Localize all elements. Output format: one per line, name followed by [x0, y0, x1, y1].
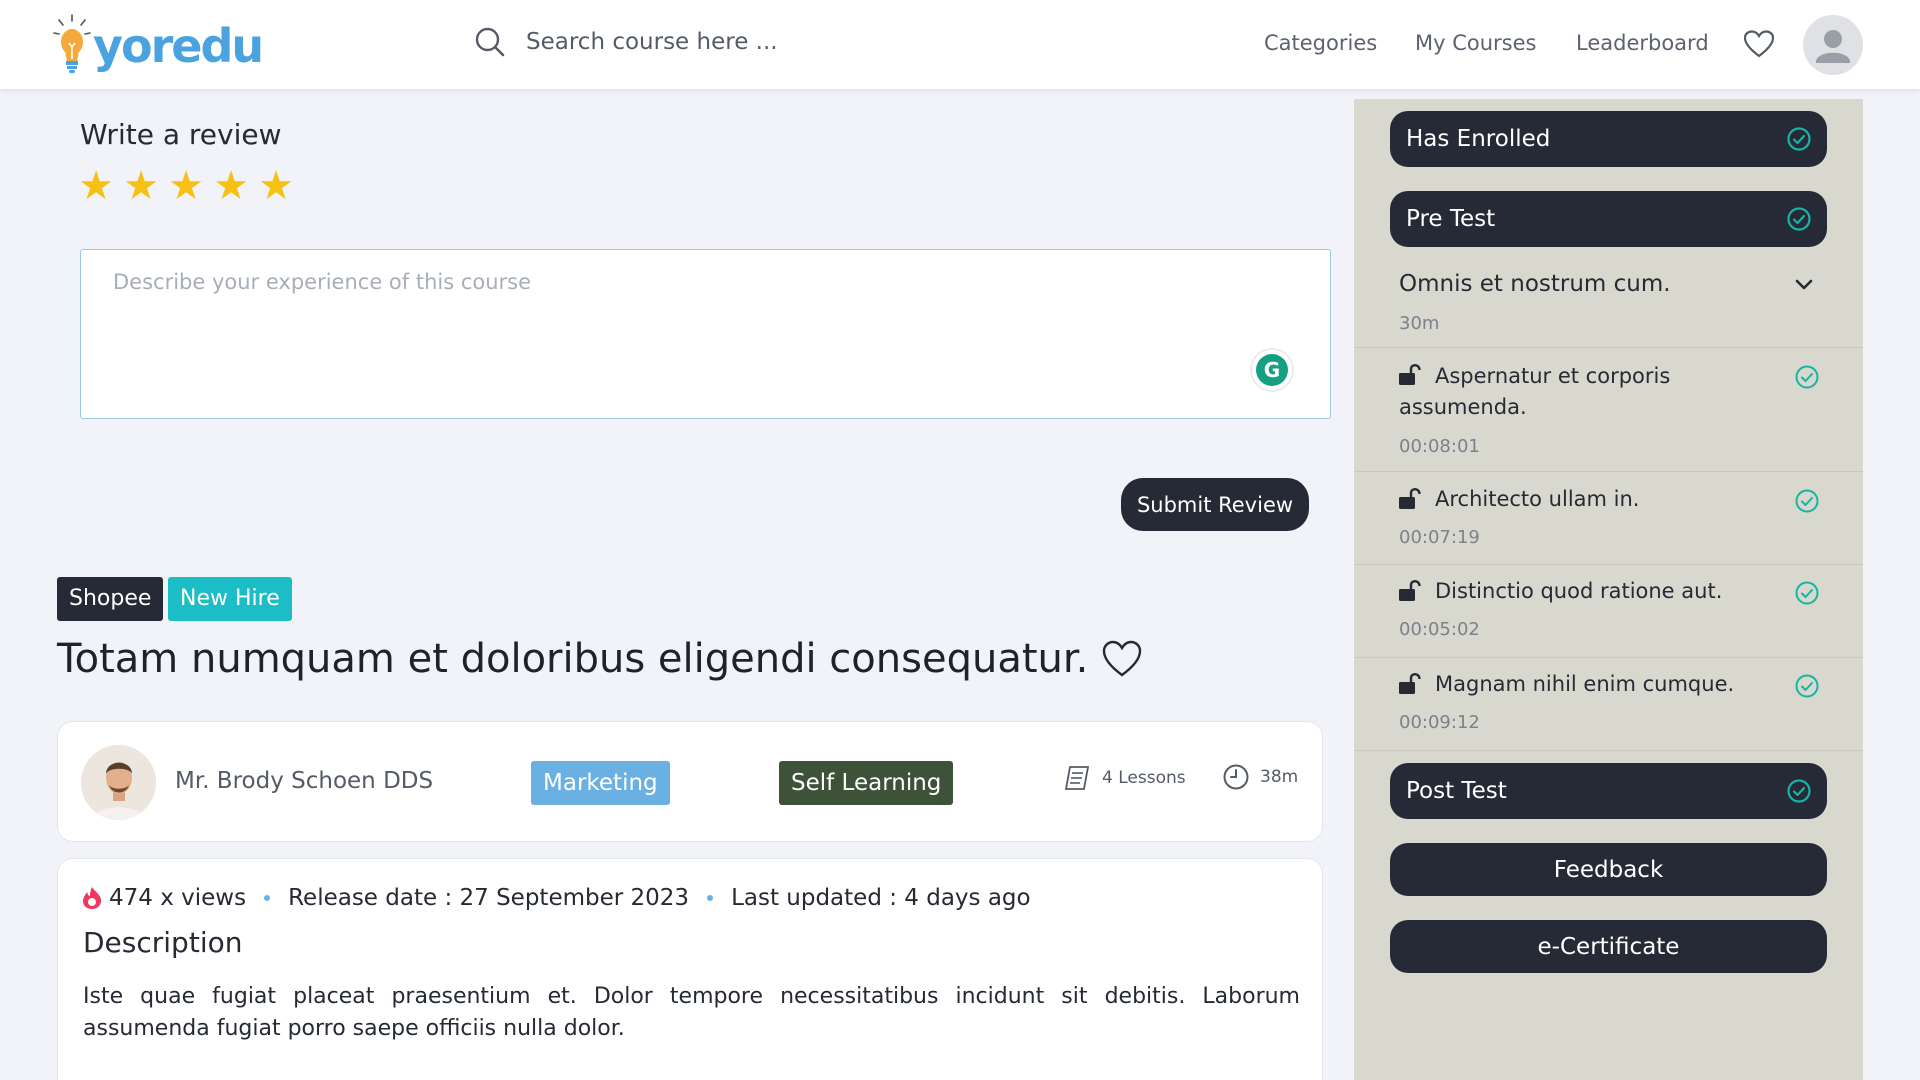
pre-test-label: Pre Test — [1406, 206, 1496, 232]
top-navbar: yoredu Categories My Courses Leaderboard — [0, 0, 1920, 89]
lesson-title: Architecto ullam in. — [1435, 487, 1640, 511]
logo[interactable]: yoredu — [53, 13, 264, 77]
logo-text: yoredu — [93, 19, 264, 73]
views-count: 474 x views — [109, 885, 247, 911]
star-icon[interactable]: ★ — [123, 166, 159, 206]
review-title: Write a review — [80, 118, 282, 151]
grammarly-icon: G — [1256, 354, 1288, 386]
grammarly-button[interactable]: G — [1252, 350, 1292, 390]
e-certificate-button[interactable]: e-Certificate — [1390, 920, 1827, 973]
lesson-title: Distinctio quod ratione aut. — [1435, 579, 1723, 603]
star-icon[interactable]: ★ — [78, 166, 114, 206]
lessons-scroll-icon — [1064, 766, 1090, 790]
review-textarea[interactable] — [81, 250, 1330, 418]
tag-shopee[interactable]: Shopee — [57, 577, 164, 621]
course-duration: 38m — [1222, 763, 1298, 791]
user-avatar-icon — [1816, 30, 1850, 63]
lesson-item[interactable]: Aspernatur et corporis assumenda. 00:08:… — [1354, 349, 1863, 472]
check-circle-icon — [1795, 674, 1819, 698]
check-circle-icon — [1787, 779, 1811, 803]
description-card: 474 x views Release date : 27 September … — [57, 858, 1323, 1080]
submit-review-button[interactable]: Submit Review — [1121, 478, 1309, 531]
author-photo-icon — [81, 745, 156, 820]
lightbulb-logo-icon — [53, 14, 91, 73]
feedback-button[interactable]: Feedback — [1390, 843, 1827, 896]
clock-icon — [1223, 764, 1249, 790]
lesson-item[interactable]: Distinctio quod ratione aut. 00:05:02 — [1354, 566, 1863, 658]
course-info-card: Mr. Brody Schoen DDS Marketing Self Lear… — [57, 721, 1323, 842]
lesson-duration: 00:07:19 — [1399, 527, 1480, 548]
search-icon[interactable] — [474, 26, 506, 58]
check-circle-icon — [1795, 489, 1819, 513]
section-duration: 30m — [1399, 313, 1440, 334]
author-name[interactable]: Mr. Brody Schoen DDS — [175, 768, 433, 794]
check-circle-icon — [1787, 207, 1811, 231]
fire-icon — [83, 887, 102, 909]
course-duration-text: 38m — [1260, 767, 1299, 787]
lesson-item[interactable]: Architecto ullam in. 00:07:19 — [1354, 473, 1863, 565]
nav-my-courses[interactable]: My Courses — [1415, 31, 1536, 55]
learning-type-chip: Self Learning — [779, 761, 954, 805]
last-updated: Last updated : 4 days ago — [731, 885, 1031, 911]
description-title: Description — [83, 926, 243, 959]
section-header[interactable]: Omnis et nostrum cum. 30m — [1354, 258, 1863, 348]
author-avatar — [81, 745, 156, 820]
heart-icon[interactable] — [1744, 30, 1774, 58]
review-textarea-container: G — [80, 249, 1331, 419]
section-title: Omnis et nostrum cum. — [1399, 271, 1671, 297]
check-circle-icon — [1787, 127, 1811, 151]
release-date: Release date : 27 September 2023 — [288, 885, 690, 911]
lesson-duration: 00:09:12 — [1399, 712, 1480, 733]
lessons-count: 4 Lessons — [1062, 763, 1186, 793]
check-circle-icon — [1795, 365, 1819, 389]
favorite-heart-icon[interactable] — [1102, 640, 1142, 678]
search-input[interactable] — [526, 29, 886, 55]
separator-dot — [264, 895, 271, 901]
post-test-button[interactable]: Post Test — [1390, 763, 1827, 819]
nav-categories[interactable]: Categories — [1264, 31, 1377, 55]
nav-leaderboard[interactable]: Leaderboard — [1576, 31, 1709, 55]
star-icon[interactable]: ★ — [168, 166, 204, 206]
has-enrolled-button[interactable]: Has Enrolled — [1390, 111, 1827, 167]
lesson-duration: 00:05:02 — [1399, 619, 1480, 640]
check-circle-icon — [1795, 581, 1819, 605]
lesson-title: Aspernatur et corporis assumenda. — [1399, 364, 1671, 419]
star-icon[interactable]: ★ — [258, 166, 294, 206]
has-enrolled-label: Has Enrolled — [1406, 126, 1551, 152]
course-title-text: Totam numquam et doloribus eligendi cons… — [57, 636, 1089, 682]
user-avatar[interactable] — [1803, 15, 1863, 75]
tag-new-hire[interactable]: New Hire — [168, 577, 292, 621]
search-bar — [474, 26, 886, 58]
description-text: Iste quae fugiat placeat praesentium et.… — [83, 984, 1300, 1041]
course-progress-sidebar: Has Enrolled Pre Test Omnis et nostrum c… — [1354, 99, 1863, 1080]
lesson-duration: 00:08:01 — [1399, 436, 1480, 457]
star-icon[interactable]: ★ — [213, 166, 249, 206]
course-stats: 474 x views Release date : 27 September … — [81, 885, 1031, 911]
separator-dot — [707, 895, 714, 901]
lessons-count-text: 4 Lessons — [1102, 768, 1186, 788]
post-test-label: Post Test — [1406, 778, 1507, 804]
pre-test-button[interactable]: Pre Test — [1390, 191, 1827, 247]
lesson-title: Magnam nihil enim cumque. — [1435, 672, 1735, 696]
lesson-item[interactable]: Magnam nihil enim cumque. 00:09:12 — [1354, 659, 1863, 751]
category-chip[interactable]: Marketing — [531, 761, 670, 805]
course-title: Totam numquam et doloribus eligendi cons… — [57, 636, 1142, 682]
star-rating[interactable]: ★ ★ ★ ★ ★ — [78, 166, 294, 206]
chevron-down-icon[interactable] — [1793, 274, 1815, 296]
